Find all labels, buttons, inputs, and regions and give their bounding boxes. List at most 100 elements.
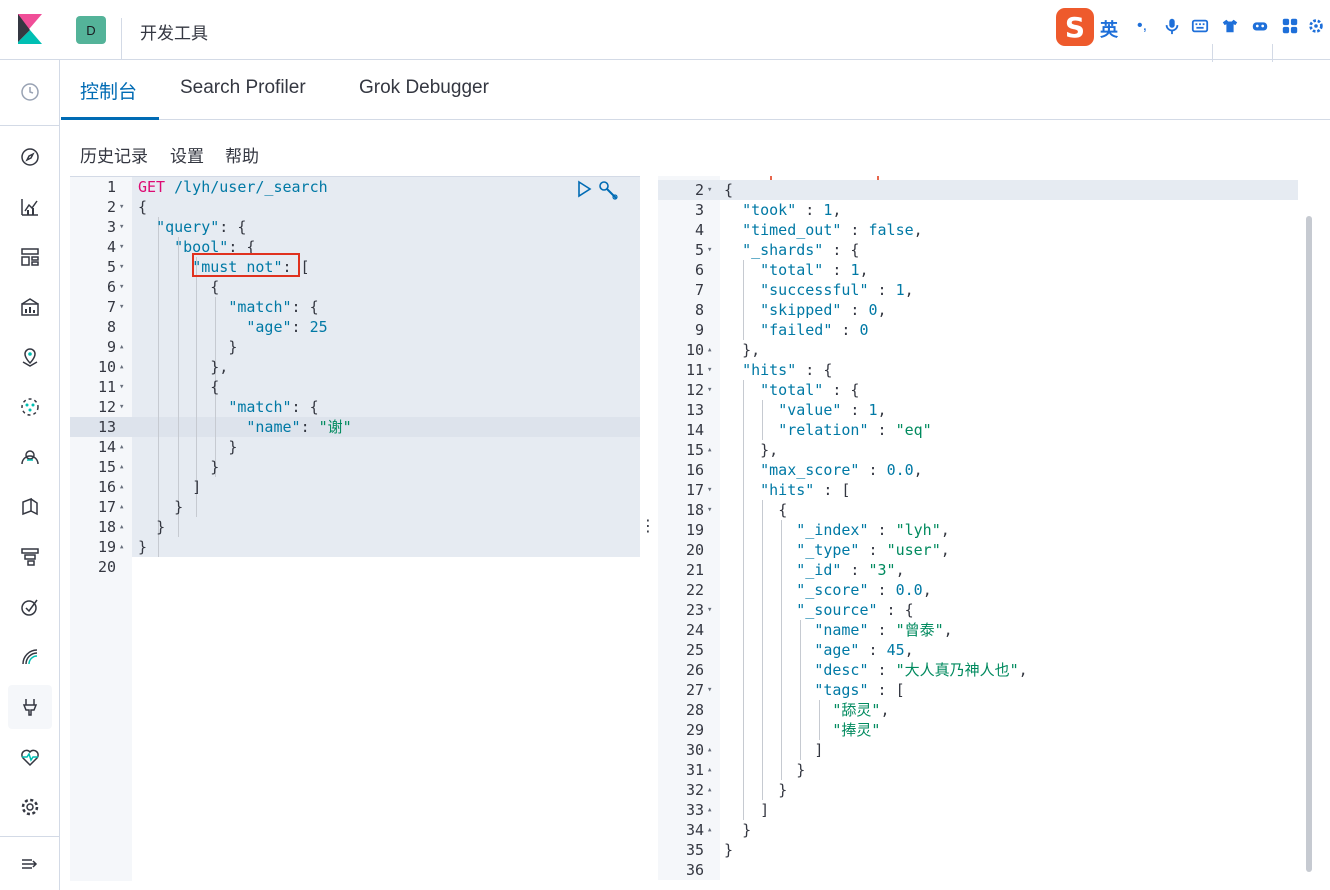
devtools-icon[interactable] [18,695,42,719]
code-line-9: } [228,338,238,356]
siem-icon[interactable] [18,645,42,669]
line-number: 28 [685,701,704,719]
code-line-2: { [138,198,148,216]
fold-open-icon[interactable]: ▾ [707,680,717,700]
line-number: 2 [694,181,704,199]
line-number: 26 [685,661,704,679]
tab-console[interactable]: 控制台 [80,77,137,104]
fold-open-icon[interactable]: ▾ [707,480,717,500]
game-icon[interactable] [1250,16,1270,36]
recent-icon[interactable] [18,80,42,104]
line-number: 25 [685,641,704,659]
fold-close-icon[interactable]: ▴ [119,537,129,557]
ime-language-toggle[interactable]: 英 [1100,16,1118,42]
fold-close-icon[interactable]: ▴ [119,457,129,477]
history-link[interactable]: 历史记录 [80,142,148,167]
fold-close-icon[interactable]: ▴ [707,340,717,360]
fold-close-icon[interactable]: ▴ [119,337,129,357]
fold-open-icon[interactable]: ▾ [707,180,717,200]
uptime-icon[interactable] [18,595,42,619]
collapse-icon[interactable] [18,852,42,876]
fold-close-icon[interactable]: ▴ [707,440,717,460]
line-number: 29 [685,721,704,739]
canvas-icon[interactable] [18,295,42,319]
fold-open-icon[interactable]: ▾ [707,380,717,400]
settings-icon[interactable] [1306,16,1326,36]
fold-close-icon[interactable]: ▴ [119,477,129,497]
fold-close-icon[interactable]: ▴ [707,760,717,780]
fold-open-icon[interactable]: ▾ [119,197,129,217]
response-editor[interactable]: 2 ▾ 3 4 5 ▾ 6 7 8 9 10 ▴ 11 ▾ 12 ▾ 13 14 15 ▴ 16 17 ▾ 18 ▾ 19 20 21… [658,176,1320,880]
metrics-icon[interactable] [18,445,42,469]
line-number: 23 [685,601,704,619]
fold-open-icon[interactable]: ▾ [119,257,129,277]
code-line-7: "match": { [228,298,319,316]
fold-close-icon[interactable]: ▴ [119,517,129,537]
fold-open-icon[interactable]: ▾ [707,500,717,520]
keyboard-icon[interactable] [1190,16,1210,36]
fold-open-icon[interactable]: ▾ [119,277,129,297]
help-link[interactable]: 帮助 [225,142,259,167]
apm-icon[interactable] [18,545,42,569]
space-avatar[interactable]: D [76,16,106,44]
run-request-icon[interactable] [575,180,593,198]
code-line-19: } [138,538,148,556]
microphone-icon[interactable] [1162,16,1182,36]
management-icon[interactable] [18,795,42,819]
request-options-wrench-icon[interactable] [598,180,620,200]
line-number: 10 [685,341,704,359]
dashboard-icon[interactable] [18,245,42,269]
settings-link[interactable]: 设置 [170,142,204,167]
fold-close-icon[interactable]: ▴ [119,437,129,457]
line-number: 27 [685,681,704,699]
logs-icon[interactable] [18,495,42,519]
fold-open-icon[interactable]: ▾ [707,360,717,380]
apps-icon[interactable] [1280,16,1300,36]
fold-close-icon[interactable]: ▴ [707,800,717,820]
ime-logo-icon[interactable]: S [1056,8,1094,46]
fold-close-icon[interactable]: ▴ [119,357,129,377]
fold-close-icon[interactable]: ▴ [119,497,129,517]
fold-open-icon[interactable]: ▾ [119,397,129,417]
fold-open-icon[interactable]: ▾ [119,297,129,317]
fold-open-icon[interactable]: ▾ [119,237,129,257]
line-number: 15 [97,458,116,476]
maps-icon[interactable] [18,345,42,369]
line-number: 6 [694,261,704,279]
punctuation-icon[interactable]: •, [1132,16,1152,36]
line-number: 22 [685,581,704,599]
fold-close-icon[interactable]: ▴ [707,780,717,800]
monitoring-icon[interactable] [18,745,42,769]
fold-close-icon[interactable]: ▴ [707,740,717,760]
fold-close-icon[interactable]: ▴ [707,820,717,840]
line-number: 2 [106,198,116,216]
visualize-icon[interactable] [18,195,42,219]
line-number: 33 [685,801,704,819]
kibana-logo-icon[interactable] [14,12,46,46]
line-number: 20 [685,541,704,559]
line-number: 17 [97,498,116,516]
line-number: 12 [685,381,704,399]
line-number: 18 [97,518,116,536]
discover-icon[interactable] [18,145,42,169]
line-number: 15 [685,441,704,459]
skin-icon[interactable] [1220,16,1240,36]
fold-open-icon[interactable]: ▾ [707,240,717,260]
ml-icon[interactable] [18,395,42,419]
code-line-13: "name": "谢" [246,418,352,436]
line-number: 3 [106,218,116,236]
line-number: 9 [106,338,116,356]
fold-open-icon[interactable]: ▾ [119,377,129,397]
pane-resizer-handle[interactable]: ⋮ [640,516,656,536]
fold-open-icon[interactable]: ▾ [119,217,129,237]
fold-open-icon[interactable]: ▾ [707,600,717,620]
response-scrollbar[interactable] [1306,216,1312,872]
nav-divider [0,836,60,837]
request-editor[interactable]: 1 2 ▾ 3 ▾ 4 ▾ 5 ▾ 6 ▾ 7 ▾ 8 9 ▴ 10 ▴ 11 ▾ 12 ▾ 13 14 ▴ 15 ▴ 16 ▴ 17 ▴ 1… [70,176,640,881]
line-number: 34 [685,821,704,839]
line-number: 7 [106,298,116,316]
code-line-16: ] [192,478,202,496]
tab-search-profiler[interactable]: Search Profiler [180,77,306,99]
active-line [658,180,1298,200]
tab-grok-debugger[interactable]: Grok Debugger [359,77,489,99]
